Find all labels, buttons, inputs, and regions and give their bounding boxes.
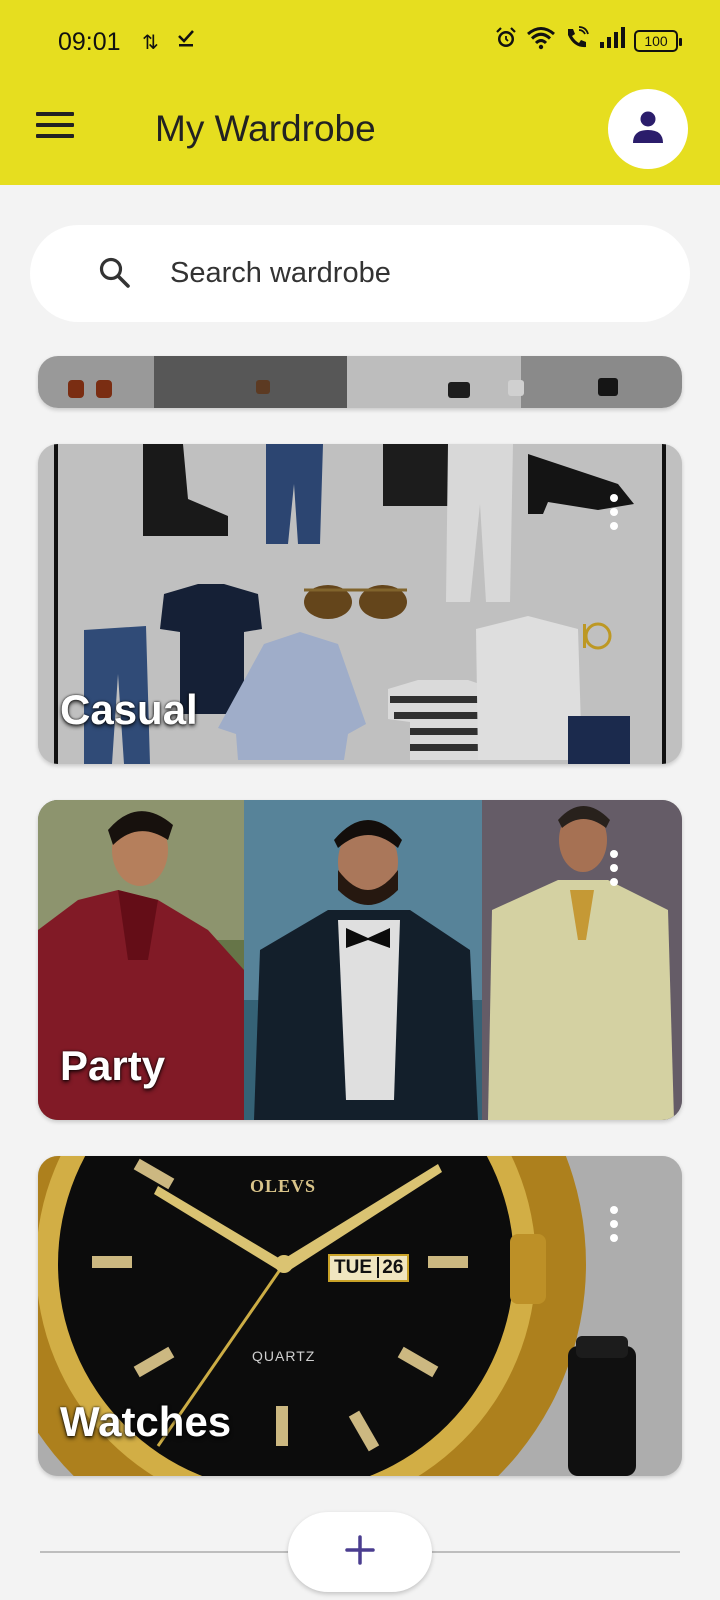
- watch-date: 26: [377, 1257, 404, 1278]
- alarm-icon: [494, 26, 518, 55]
- person-icon: [629, 108, 667, 151]
- watch-date-window: TUE 26: [328, 1254, 410, 1282]
- wifi-icon: [526, 26, 556, 55]
- wardrobe-label-watches: Watches: [60, 1398, 232, 1445]
- battery-indicator: 100: [634, 29, 682, 52]
- hamburger-menu-icon[interactable]: [36, 112, 74, 142]
- wardrobe-card-watches[interactable]: OLEVS TUE 26 QUARTZ Watches: [38, 1156, 682, 1476]
- wifi-calling-icon: [564, 26, 590, 55]
- wardrobe-label-casual: Casual: [60, 686, 198, 733]
- status-icons: 100: [494, 26, 682, 55]
- watch-brand: OLEVS: [250, 1176, 317, 1196]
- casual-more-options-icon[interactable]: [610, 494, 620, 536]
- download-done-icon: [176, 26, 196, 54]
- page-title: My Wardrobe: [155, 108, 376, 149]
- watch-movement: QUARTZ: [252, 1348, 316, 1364]
- search-icon: [97, 255, 133, 296]
- add-wardrobe-button[interactable]: [288, 1512, 432, 1592]
- status-bar: 09:01 ⇅ 100: [0, 0, 720, 84]
- status-time: 09:01: [58, 28, 121, 56]
- party-more-options-icon[interactable]: [610, 850, 620, 892]
- partial-card-image: [68, 378, 618, 398]
- wardrobe-card-party[interactable]: Party: [38, 800, 682, 1120]
- search-placeholder: Search wardrobe: [170, 257, 391, 289]
- data-transfer-icon: ⇅: [142, 32, 159, 54]
- wardrobe-card-casual[interactable]: Casual: [38, 444, 682, 764]
- profile-button[interactable]: [608, 89, 688, 169]
- app-bar: 09:01 ⇅ 100 My Wardrobe: [0, 0, 720, 185]
- wardrobe-card-partial[interactable]: [38, 356, 682, 408]
- plus-icon: [344, 1534, 376, 1571]
- watches-more-options-icon[interactable]: [610, 1206, 620, 1248]
- search-bar[interactable]: Search wardrobe: [30, 225, 690, 322]
- signal-icon: [598, 26, 626, 55]
- wardrobe-label-party: Party: [60, 1042, 166, 1089]
- watch-day: TUE: [334, 1257, 372, 1278]
